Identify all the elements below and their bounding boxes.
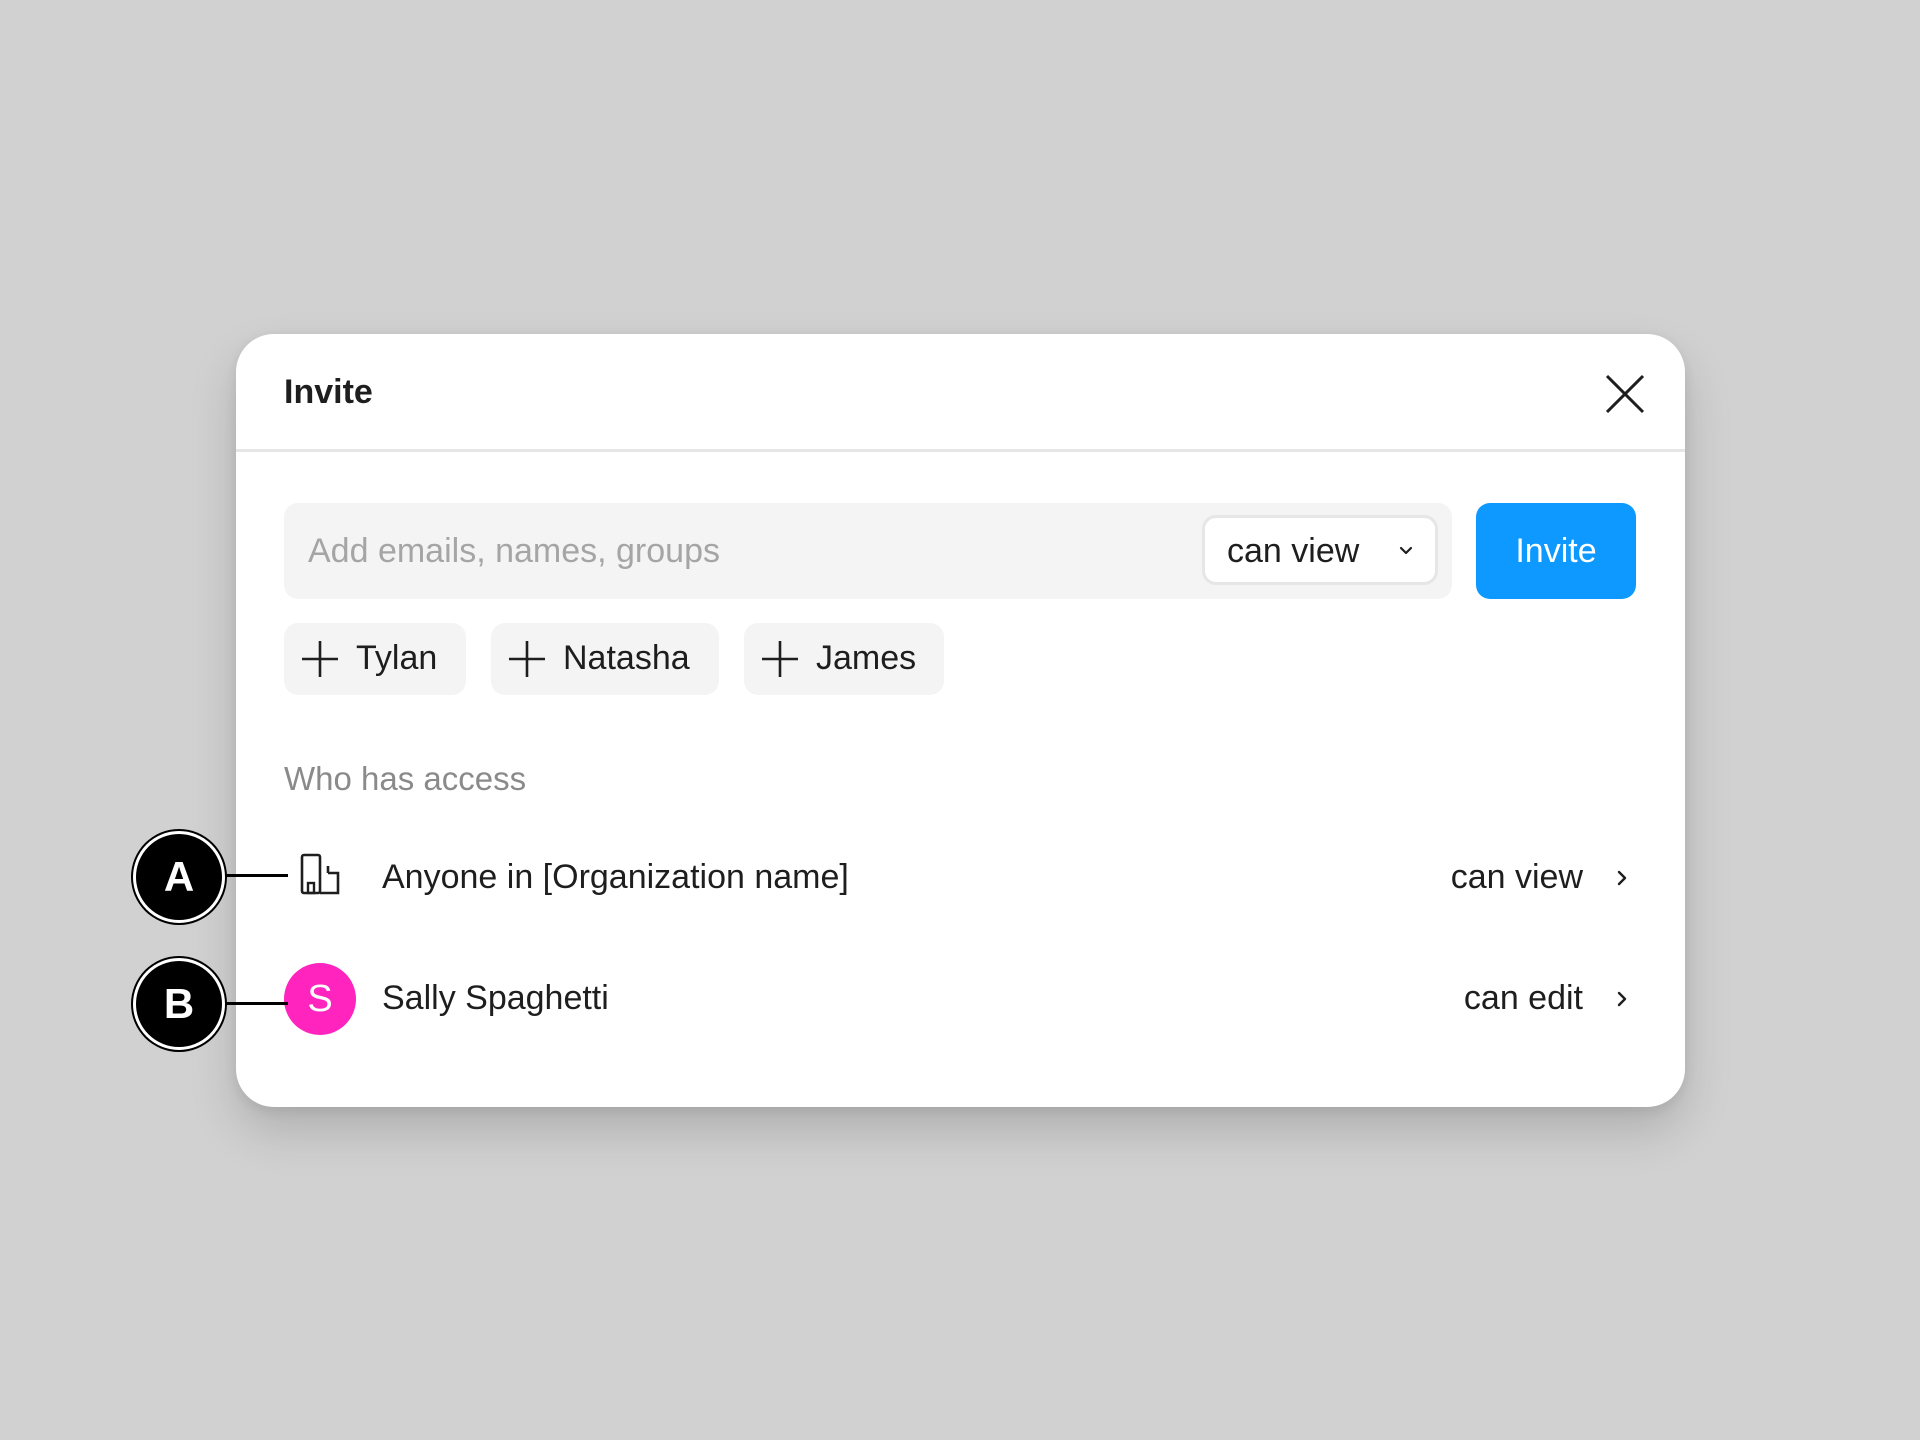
avatar: S bbox=[284, 963, 356, 1035]
permission-select-label: can view bbox=[1227, 532, 1360, 570]
close-button[interactable] bbox=[1603, 372, 1647, 416]
suggestion-chip-label: Natasha bbox=[563, 639, 690, 677]
access-row-permission-button[interactable]: can view bbox=[1451, 853, 1631, 903]
invite-search-box: can view bbox=[284, 503, 1452, 599]
callout-b-connector bbox=[224, 1002, 288, 1005]
suggestion-chip-label: James bbox=[816, 639, 917, 677]
permission-select[interactable]: can view bbox=[1202, 515, 1438, 585]
access-row-permission: can view bbox=[1450, 858, 1583, 897]
plus-icon bbox=[302, 641, 338, 677]
who-has-access-label: Who has access bbox=[284, 760, 527, 797]
invite-dialog: Invite can view Invite Tylan Natash bbox=[236, 334, 1685, 1107]
access-row-sally: S Sally Spaghetti can edit bbox=[236, 954, 1685, 1044]
suggestion-chip-tylan[interactable]: Tylan bbox=[284, 623, 466, 695]
plus-icon bbox=[762, 641, 798, 677]
chevron-down-icon bbox=[1399, 546, 1413, 555]
search-input[interactable] bbox=[284, 503, 1214, 599]
access-row-permission-button[interactable]: can edit bbox=[1464, 974, 1631, 1024]
access-row-organization: Anyone in [Organization name] can view bbox=[236, 833, 1685, 923]
callout-a-connector bbox=[224, 874, 288, 877]
invite-button[interactable]: Invite bbox=[1476, 503, 1636, 599]
plus-icon bbox=[509, 641, 545, 677]
suggestion-chip-label: Tylan bbox=[356, 639, 438, 677]
close-icon bbox=[1605, 374, 1645, 414]
dialog-header: Invite bbox=[236, 334, 1685, 452]
callout-a: A bbox=[133, 831, 225, 923]
suggestion-chip-natasha[interactable]: Natasha bbox=[491, 623, 719, 695]
chevron-right-icon bbox=[1617, 991, 1627, 1007]
access-row-name: Sally Spaghetti bbox=[382, 979, 609, 1017]
suggestion-chip-james[interactable]: James bbox=[744, 623, 944, 695]
access-row-name: Anyone in [Organization name] bbox=[382, 858, 849, 896]
access-row-permission: can edit bbox=[1463, 979, 1583, 1018]
chevron-right-icon bbox=[1617, 870, 1627, 886]
dialog-title: Invite bbox=[284, 373, 373, 411]
organization-icon bbox=[300, 853, 340, 895]
callout-b: B bbox=[133, 958, 225, 1050]
